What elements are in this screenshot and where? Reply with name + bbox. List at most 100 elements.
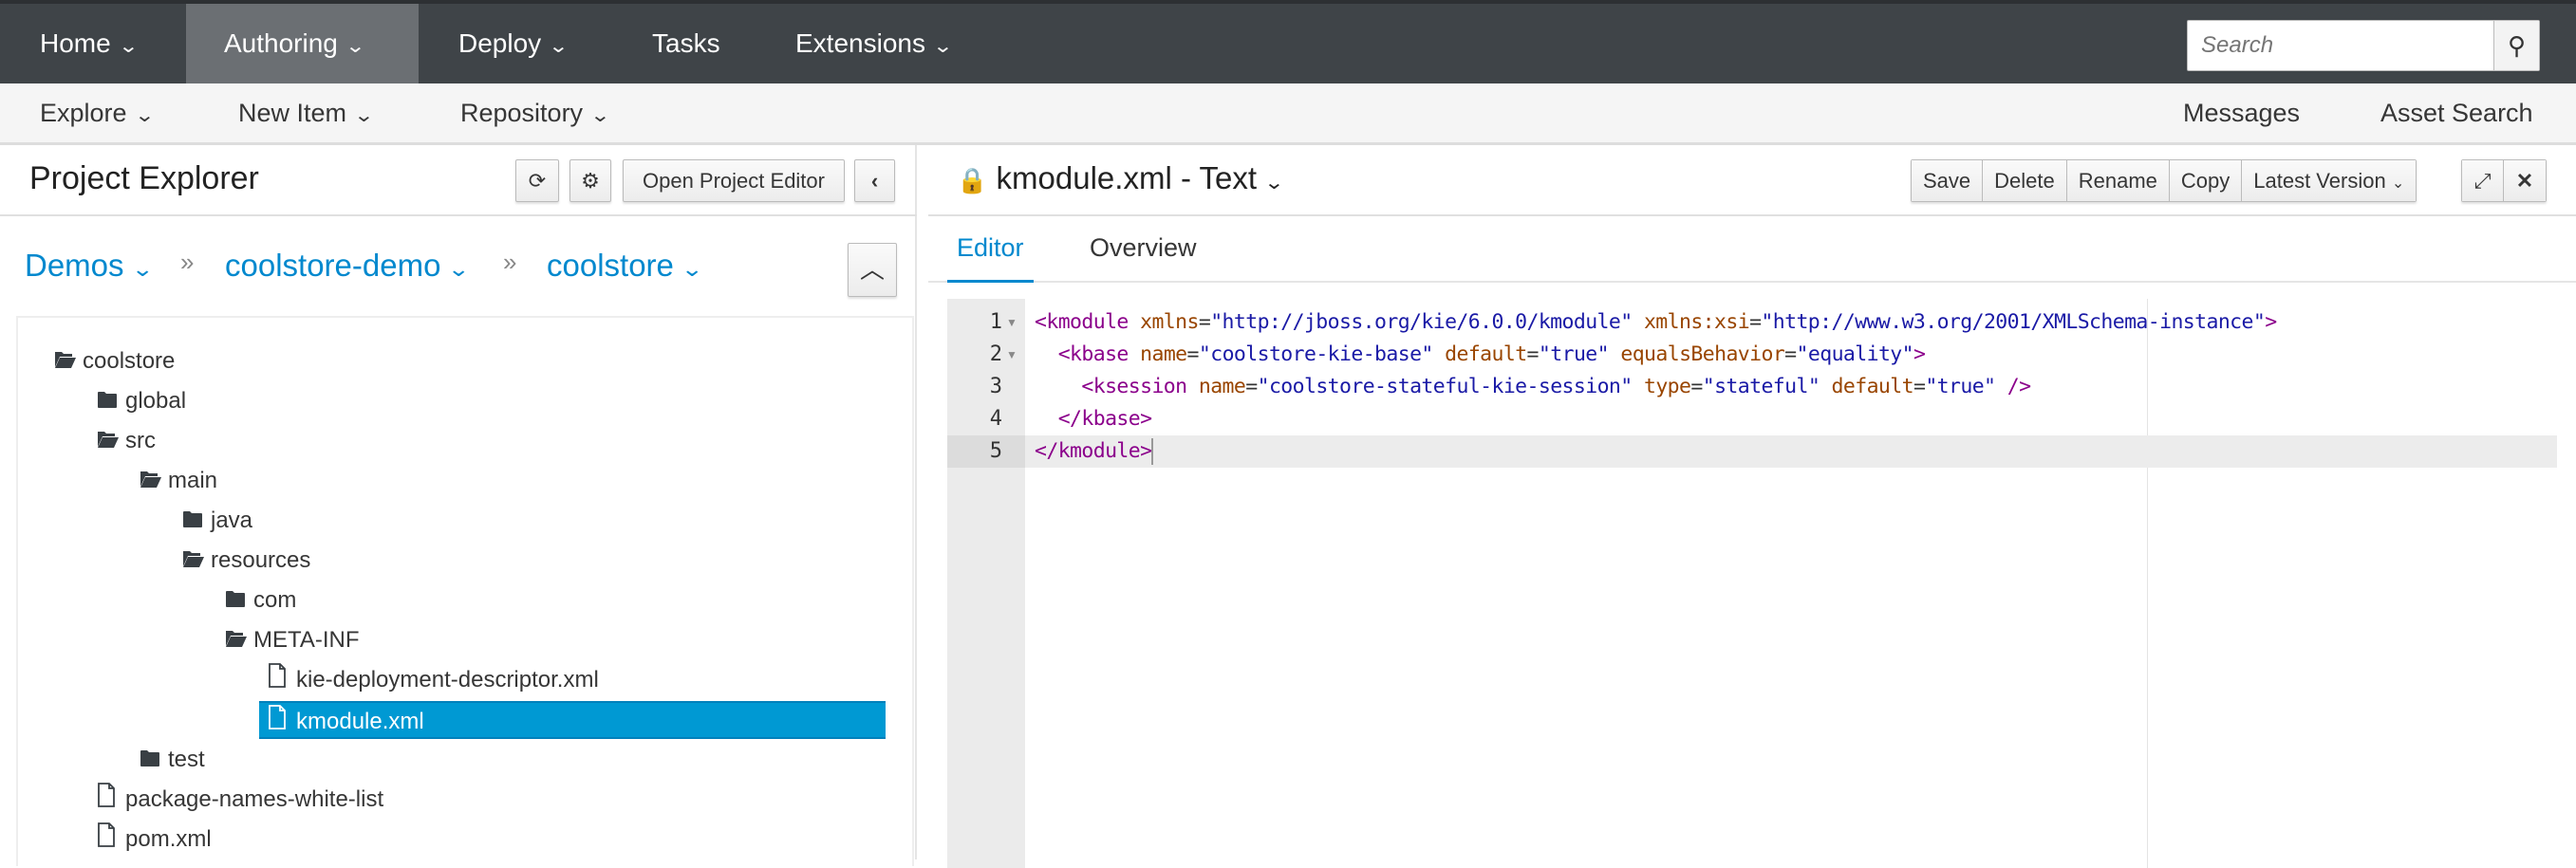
chevron-left-icon: ‹ xyxy=(870,169,879,193)
nav-authoring[interactable]: Authoring ⌄ xyxy=(186,4,419,83)
tree-item[interactable]: resources xyxy=(182,542,310,580)
code-token: "stateful" xyxy=(1702,375,1820,398)
tree-item[interactable]: pom.xml xyxy=(97,821,212,859)
chevron-down-icon: ⌄ xyxy=(447,257,471,281)
tree-item[interactable]: src xyxy=(97,422,156,460)
editor-header: 🔒 kmodule.xml - Text ⌄ Save Delete Rename… xyxy=(928,145,2576,216)
code-token: = xyxy=(1245,375,1258,398)
code-token: type xyxy=(1643,375,1691,398)
menu-new-item[interactable]: New Item ⌄ xyxy=(238,83,374,145)
tree-item-label: com xyxy=(253,587,297,613)
menu-explore[interactable]: Explore ⌄ xyxy=(40,83,155,145)
code-token: = xyxy=(1526,342,1540,366)
tree-item[interactable]: kmodule.xml xyxy=(259,701,886,739)
file-icon xyxy=(268,662,290,700)
folder-open-icon xyxy=(140,463,162,501)
editor-title: kmodule.xml - Text xyxy=(996,160,1258,195)
tree-item[interactable]: java xyxy=(182,502,252,540)
nav-home[interactable]: Home ⌄ xyxy=(0,4,176,83)
search-button[interactable]: ⚲ xyxy=(2493,21,2539,70)
tab-editor[interactable]: Editor xyxy=(947,216,1034,283)
chevron-down-icon: ⌄ xyxy=(130,257,154,281)
menu-repository[interactable]: Repository ⌄ xyxy=(460,83,611,145)
code-token: > xyxy=(2265,310,2277,334)
sub-navbar: Explore ⌄ New Item ⌄ Repository ⌄ Messages … xyxy=(0,83,2576,145)
menu-messages[interactable]: Messages xyxy=(2183,83,2300,142)
breadcrumb-coolstore[interactable]: coolstore ⌄ xyxy=(547,248,703,284)
code-token: = xyxy=(1198,310,1211,334)
lock-icon: 🔒 xyxy=(957,166,988,194)
project-explorer-panel: Project Explorer ⟳ ⚙ Open Project Editor… xyxy=(0,145,917,866)
breadcrumb-separator: » xyxy=(180,248,195,276)
code-line: <kmodule xmlns="http://jboss.org/kie/6.0… xyxy=(1035,306,2277,339)
rename-button[interactable]: Rename xyxy=(2066,160,2170,201)
collapse-panel-button[interactable]: ‹ xyxy=(854,159,895,202)
editor-tabs: Editor Overview xyxy=(928,216,2576,283)
chevron-up-icon: ︿ xyxy=(859,255,885,284)
tree-item[interactable]: kie-deployment-descriptor.xml xyxy=(268,661,599,699)
tree-item[interactable]: global xyxy=(97,382,186,420)
chevron-down-icon: ⌄ xyxy=(1263,173,1285,194)
search-input[interactable] xyxy=(2188,21,2493,70)
nav-tasks[interactable]: Tasks xyxy=(652,4,720,83)
code-line: <ksession name="coolstore-stateful-kie-s… xyxy=(1035,371,2031,403)
tree-item[interactable]: main xyxy=(140,462,217,500)
code-line: </kbase> xyxy=(1035,403,1152,435)
latest-version-dropdown[interactable]: Latest Version ⌄ xyxy=(2242,160,2417,201)
nav-deploy[interactable]: Deploy ⌄ xyxy=(458,4,569,83)
menu-asset-search[interactable]: Asset Search xyxy=(2380,83,2533,142)
folder-icon xyxy=(140,742,162,780)
tree-item[interactable]: package-names-white-list xyxy=(97,781,383,819)
gear-icon: ⚙ xyxy=(581,169,600,193)
folder-open-icon xyxy=(225,622,248,660)
breadcrumb-separator: » xyxy=(503,248,517,276)
nav-extensions[interactable]: Extensions ⌄ xyxy=(795,4,953,83)
code-token: "true" xyxy=(1925,375,1996,398)
code-token: = xyxy=(1749,310,1762,334)
menu-label: Repository xyxy=(460,99,584,127)
code-token: name xyxy=(1198,375,1246,398)
code-token: "true" xyxy=(1538,342,1610,366)
tree-item[interactable]: test xyxy=(140,741,205,779)
settings-button[interactable]: ⚙ xyxy=(569,159,611,202)
refresh-button[interactable]: ⟳ xyxy=(515,159,559,202)
tree-item-label: kmodule.xml xyxy=(296,709,424,734)
breadcrumb-label: coolstore-demo xyxy=(225,248,441,283)
chevron-down-icon: ⌄ xyxy=(548,36,569,57)
editor-title-dropdown[interactable]: 🔒 kmodule.xml - Text ⌄ xyxy=(957,160,1285,196)
tree-item-label: pom.xml xyxy=(125,826,212,852)
chevron-down-icon: ⌄ xyxy=(589,105,611,126)
top-navbar: Home ⌄ Authoring ⌄ Deploy ⌄ Tasks Extension… xyxy=(0,0,2576,83)
file-icon xyxy=(97,822,120,859)
code-token: <kmodule xyxy=(1035,310,1141,334)
breadcrumb-demos[interactable]: Demos ⌄ xyxy=(25,248,154,284)
code-editor[interactable]: 1 ▼ 2 ▼ 3 4 5 <kmodule xmlns="http://jboss.org… xyxy=(947,299,2557,868)
breadcrumb-coolstore-demo[interactable]: coolstore-demo ⌄ xyxy=(225,248,471,284)
close-button[interactable]: ✕ xyxy=(2504,160,2546,201)
copy-button[interactable]: Copy xyxy=(2169,160,2243,201)
nav-label: Deploy xyxy=(458,28,542,58)
open-project-editor-button[interactable]: Open Project Editor xyxy=(623,159,845,202)
code-token: "http://jboss.org/kie/6.0.0/kmodule" xyxy=(1210,310,1633,334)
search-box: ⚲ xyxy=(2187,20,2540,71)
maximize-button[interactable]: ⤢ xyxy=(2462,160,2504,201)
delete-button[interactable]: Delete xyxy=(1983,160,2067,201)
tree-item-label: java xyxy=(211,508,253,533)
collapse-breadcrumb-button[interactable]: ︿ xyxy=(848,243,897,297)
code-token: "equality" xyxy=(1796,342,1914,366)
tree-item-label: global xyxy=(125,388,187,414)
tree-item[interactable]: META-INF xyxy=(225,621,360,659)
tree-item[interactable]: coolstore xyxy=(54,342,175,380)
tab-overview[interactable]: Overview xyxy=(1090,216,1197,283)
close-icon: ✕ xyxy=(2515,169,2534,193)
save-button[interactable]: Save xyxy=(1912,160,1984,201)
file-icon xyxy=(97,782,120,820)
folder-open-icon xyxy=(97,423,120,461)
tree-item[interactable]: com xyxy=(225,582,296,619)
code-token: /> xyxy=(2007,375,2031,398)
